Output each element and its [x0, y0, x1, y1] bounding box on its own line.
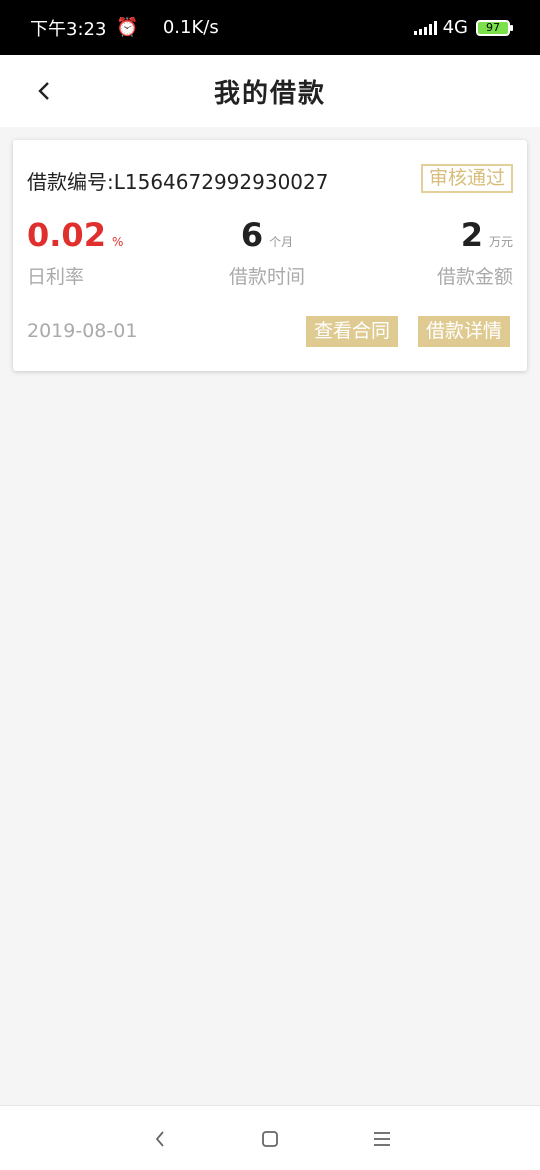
back-triangle-icon [155, 1131, 164, 1147]
loan-term-value: 6 [240, 216, 264, 254]
daily-rate-unit: % [111, 235, 124, 249]
view-contract-button[interactable]: 查看合同 [305, 316, 398, 347]
daily-rate-label: 日利率 [27, 266, 85, 288]
battery-icon: 97 [476, 19, 513, 36]
alarm-icon: ⏰ [116, 17, 139, 38]
system-menu-button[interactable] [367, 1124, 397, 1154]
network-type: 4G [442, 17, 468, 38]
loan-amount-label: 借款金额 [436, 266, 513, 288]
status-time: 下午3:23 [30, 18, 107, 40]
menu-lines-icon [374, 1132, 390, 1146]
loan-amount: 2 万元 借款金额 [437, 216, 513, 289]
system-back-button[interactable] [145, 1124, 175, 1154]
system-home-button[interactable] [255, 1124, 285, 1154]
daily-rate-value: 0.02 [27, 216, 106, 254]
loan-card[interactable]: 借款编号:L1564672992930027 审核通过 0.02% 日利率 6个… [13, 140, 527, 371]
loan-term: 6 个月 借款时间 [229, 216, 305, 289]
system-nav-bar [0, 1105, 540, 1170]
page-title: 我的借款 [213, 78, 326, 109]
status-bar: 下午3:23 ⏰ 0.1K/s 4G 97 [0, 0, 540, 55]
loan-amount-value: 2 [460, 216, 483, 254]
daily-rate: 0.02% 日利率 [27, 216, 123, 289]
status-badge: 审核通过 [420, 164, 513, 193]
nav-bar: 我的借款 [0, 55, 540, 127]
loan-date: 2019-08-01 [27, 320, 138, 342]
loan-amount-unit: 万元 [488, 235, 513, 249]
signal-icon [413, 20, 437, 35]
loan-term-unit: 个月 [269, 235, 294, 249]
loan-detail-button[interactable]: 借款详情 [417, 316, 510, 347]
chevron-left-icon [38, 82, 49, 100]
back-button[interactable] [26, 73, 62, 109]
home-square-icon [262, 1131, 278, 1147]
loan-number: 借款编号:L1564672992930027 [27, 170, 329, 194]
network-speed: 0.1K/s [162, 17, 219, 38]
loan-term-label: 借款时间 [229, 266, 306, 288]
